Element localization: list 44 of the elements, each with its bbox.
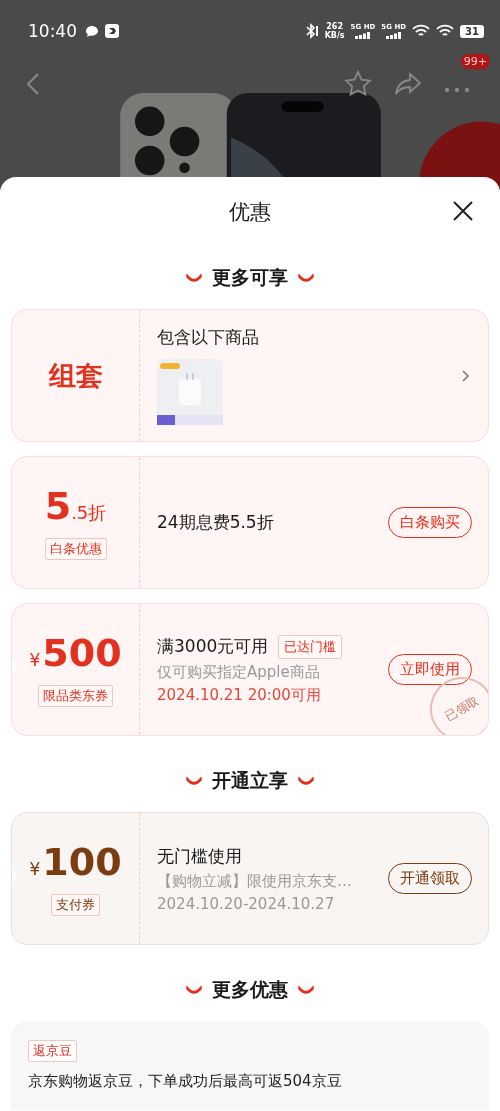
smile-icon: [298, 777, 314, 785]
smile-icon: [298, 274, 314, 282]
discount-value: 5.5折: [44, 485, 107, 530]
coupon-tag: 限品类东券: [38, 685, 113, 707]
coupon-tag: 支付券: [51, 894, 100, 916]
speed-unit: KB/s: [324, 31, 345, 40]
coupon-amount: ¥500: [29, 632, 122, 677]
offer-label: 组套: [48, 358, 103, 393]
coupon-amount: ¥100: [29, 841, 122, 886]
signal-icon: [384, 32, 403, 39]
clock-time: 10:40: [28, 21, 77, 41]
coupon-description: 仅可购买指定Apple商品: [157, 662, 321, 682]
app-icon: [105, 24, 119, 38]
smile-icon: [186, 274, 202, 282]
smile-icon: [186, 986, 202, 994]
offer-tag: 返京豆: [28, 1040, 77, 1062]
offer-tag: 白条优惠: [44, 538, 107, 560]
wifi-icon: [436, 24, 455, 38]
message-icon: [85, 24, 99, 38]
sheet-title: 优惠: [229, 199, 271, 226]
validity-date: 2024.10.21 20:00可用: [157, 685, 322, 705]
wifi-icon: [412, 24, 431, 38]
section-heading: 更多优惠: [212, 977, 288, 1002]
chevron-right-icon[interactable]: [462, 369, 470, 382]
status-tag: 已达门槛: [278, 634, 343, 659]
coupon-description: 【购物立减】限使用京东支…: [157, 871, 353, 891]
back-icon[interactable]: [26, 72, 40, 96]
offer-title: 无门槛使用: [157, 844, 242, 868]
section-heading: 更多可享: [212, 265, 288, 290]
signal-icon: [353, 32, 372, 39]
section-heading: 开通立享: [212, 768, 288, 793]
network-speed: 262: [326, 22, 343, 31]
close-icon[interactable]: [452, 200, 474, 222]
star-icon[interactable]: [344, 70, 372, 98]
offer-description: 京东购物返京豆，下单成功后最高可返504京豆: [28, 1072, 342, 1091]
smile-icon: [186, 777, 202, 785]
smile-icon: [298, 986, 314, 994]
offer-title: 24期息费5.5折: [157, 511, 274, 534]
validity-date: 2024.10.20-2024.10.27: [157, 894, 336, 913]
offer-title: 满3000元可用: [157, 635, 269, 658]
share-icon[interactable]: [394, 72, 422, 96]
more-icon[interactable]: [444, 86, 470, 93]
bluetooth-icon: [304, 23, 319, 39]
offer-title: 包含以下商品: [157, 326, 260, 349]
